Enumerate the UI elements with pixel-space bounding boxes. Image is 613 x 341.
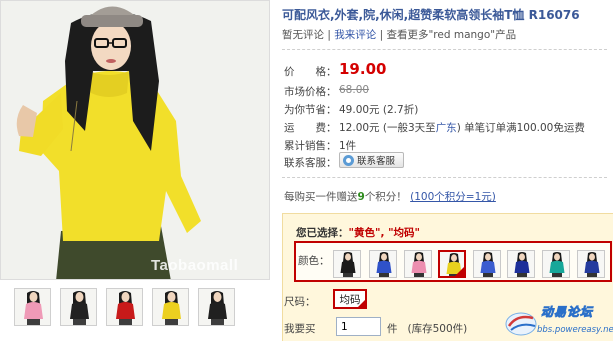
market-price-value: 68.00 <box>339 84 370 96</box>
points-info: 每购买一件赠送9个积分！ (100个积分=1元) <box>284 189 496 204</box>
color-swatch-4[interactable] <box>438 250 466 278</box>
shipping-label: 运 费： <box>284 122 337 134</box>
thumbnail-model-icon <box>15 289 50 325</box>
service-label: 联系客服： <box>284 157 337 169</box>
thumbnail-3[interactable] <box>106 288 143 326</box>
thumbnail-4[interactable] <box>152 288 189 326</box>
price-label: 价 格： <box>284 66 337 78</box>
thumbnail-model-icon <box>199 289 234 325</box>
saving-value: 49.00元 (2.7折) <box>339 104 419 116</box>
product-title: 可配风衣,外套,院,休闲,超赞柔软高领长袖T恤 R16076 <box>282 8 580 22</box>
color-swatch-7[interactable] <box>542 250 570 278</box>
chosen-value: "黄色", "均码" <box>348 227 421 239</box>
color-swatch-1[interactable] <box>333 250 361 278</box>
divider <box>282 49 607 50</box>
color-swatch-8[interactable] <box>577 250 605 278</box>
size-label: 尺码： <box>284 296 316 308</box>
chosen-summary: 您已选择："黄色", "均码" <box>296 225 420 240</box>
points-count: 9 <box>357 191 365 203</box>
quantity-label: 我要买 <box>284 323 316 335</box>
thumbnail-model-icon <box>61 289 96 325</box>
qq-icon <box>343 154 354 166</box>
shipping-city-link[interactable]: 广东 <box>436 122 457 134</box>
shipping-value: 12.00元 (一般3天至广东) 单笔订单满100.00免运费 <box>339 120 585 135</box>
stock-text: (库存500件) <box>407 323 468 335</box>
swatch-model-icon <box>334 251 360 277</box>
price-value: 19.00 <box>339 60 387 78</box>
color-label: 颜色： <box>298 255 330 267</box>
thumbnail-5[interactable] <box>198 288 235 326</box>
swatch-model-icon <box>370 251 396 277</box>
points-text-a: 每购买一件赠送 <box>284 191 358 203</box>
color-swatch-3[interactable] <box>404 250 432 278</box>
photo-watermark: Taobaomall <box>151 257 239 274</box>
thumbnail-1[interactable] <box>14 288 51 326</box>
swatch-model-icon <box>405 251 431 277</box>
quantity-input[interactable] <box>336 317 381 336</box>
shipping-fee: 12.00元 (一般3天至 <box>339 122 436 134</box>
quantity-unit-label: 件 <box>387 323 398 335</box>
size-option[interactable]: 均码 <box>333 289 367 309</box>
swatch-model-icon <box>508 251 534 277</box>
product-main-photo[interactable]: Taobaomall <box>0 0 270 280</box>
points-rule-link[interactable]: (100个积分=1元) <box>410 191 496 203</box>
points-text-b: 个积分！ <box>364 191 407 203</box>
chosen-label: 您已选择： <box>296 227 349 239</box>
swatch-model-icon <box>474 251 500 277</box>
forum-watermark-title: 动易论坛 <box>541 305 594 320</box>
sales-value: 1件 <box>339 140 357 152</box>
size-option-label: 均码 <box>339 293 361 306</box>
model-illustration <box>1 1 269 279</box>
contact-service-label: 联系客服 <box>357 156 396 167</box>
product-meta: 暂无评论 | 我来评论 | 查看更多"red mango"产品 <box>282 27 516 42</box>
color-swatch-6[interactable] <box>507 250 535 278</box>
write-comment-link[interactable]: 我来评论 <box>334 29 376 41</box>
contact-service-button[interactable]: 联系客服 <box>339 152 404 168</box>
swatch-model-icon <box>543 251 569 277</box>
thumbnail-2[interactable] <box>60 288 97 326</box>
shipping-free-text: ) 单笔订单满100.00免运费 <box>456 122 585 134</box>
no-comment-text: 暂无评论 <box>282 29 324 41</box>
more-products-text[interactable]: 查看更多"red mango"产品 <box>386 29 516 41</box>
color-swatch-2[interactable] <box>369 250 397 278</box>
meta-separator: | <box>379 29 384 41</box>
color-swatch-5[interactable] <box>473 250 501 278</box>
meta-separator: | <box>327 29 331 41</box>
forum-watermark-url: bbs.powereasy.net <box>537 325 613 335</box>
market-price-label: 市场价格： <box>284 86 337 98</box>
thumbnail-strip <box>14 288 264 328</box>
divider <box>282 177 607 178</box>
sales-label: 累计销售： <box>284 140 337 152</box>
thumbnail-model-icon <box>107 289 142 325</box>
saving-label: 为你节省： <box>284 104 337 116</box>
swatch-model-icon <box>578 251 604 277</box>
quantity-unit: 件 (库存500件) <box>387 321 467 336</box>
thumbnail-model-icon <box>153 289 188 325</box>
